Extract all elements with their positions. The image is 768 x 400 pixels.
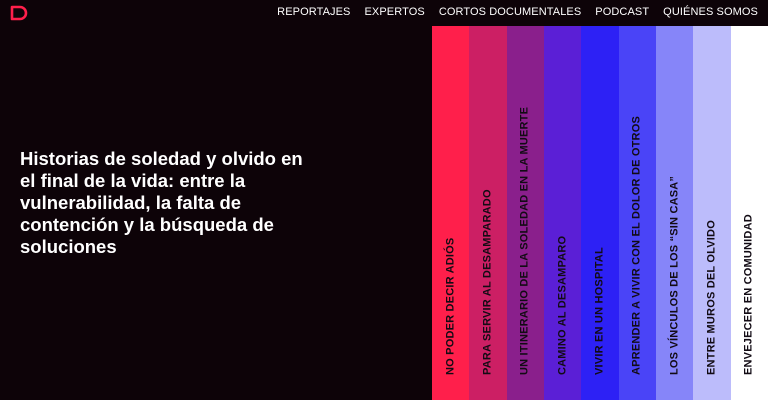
main-nav: REPORTAJES EXPERTOS CORTOS DOCUMENTALES … — [277, 5, 758, 19]
brand-logo-icon[interactable] — [9, 5, 29, 21]
story-strip-label: PARA SERVIR AL DESAMPARADO — [481, 189, 494, 375]
story-strip-label: CAMINO AL DESAMPARO — [556, 235, 569, 375]
story-strip-label: VIVIR EN UN HOSPITAL — [593, 247, 606, 375]
story-strip-vivir-en-un-hospital[interactable]: VIVIR EN UN HOSPITAL — [581, 26, 619, 400]
story-strip-label: ENTRE MUROS DEL OLVIDO — [705, 220, 718, 375]
story-strip-label: LOS VÍNCULOS DE LOS “SIN CASA” — [668, 175, 681, 375]
story-strip-label: NO PODER DECIR ADIÓS — [444, 237, 457, 375]
story-strips: NO PODER DECIR ADIÓS PARA SERVIR AL DESA… — [432, 26, 768, 400]
story-strip-label: ENVEJECER EN COMUNIDAD — [742, 214, 755, 375]
story-strip-los-vinculos-sin-casa[interactable]: LOS VÍNCULOS DE LOS “SIN CASA” — [655, 26, 694, 400]
story-strip-label: APRENDER A VIVIR CON EL DOLOR DE OTROS — [630, 116, 643, 375]
nav-quienes-somos[interactable]: QUIÉNES SOMOS — [663, 5, 758, 19]
story-strip-label: UN ITINERARIO DE LA SOLEDAD EN LA MUERTE — [518, 106, 531, 375]
nav-expertos[interactable]: EXPERTOS — [365, 5, 425, 19]
story-strip-no-poder-decir-adios[interactable]: NO PODER DECIR ADIÓS — [432, 26, 470, 400]
nav-cortos-documentales[interactable]: CORTOS DOCUMENTALES — [439, 5, 581, 19]
page: REPORTAJES EXPERTOS CORTOS DOCUMENTALES … — [0, 0, 768, 400]
story-strip-aprender-a-vivir[interactable]: APRENDER A VIVIR CON EL DOLOR DE OTROS — [618, 26, 656, 400]
story-strip-entre-muros-del-olvido[interactable]: ENTRE MUROS DEL OLVIDO — [693, 26, 731, 400]
story-strip-camino-al-desamparo[interactable]: CAMINO AL DESAMPARO — [543, 26, 582, 400]
top-navigation-bar: REPORTAJES EXPERTOS CORTOS DOCUMENTALES … — [0, 0, 768, 26]
story-strip-un-itinerario-de-la-soledad[interactable]: UN ITINERARIO DE LA SOLEDAD EN LA MUERTE — [506, 26, 544, 400]
nav-podcast[interactable]: PODCAST — [595, 5, 649, 19]
story-strip-para-servir-al-desamparado[interactable]: PARA SERVIR AL DESAMPARADO — [469, 26, 507, 400]
nav-reportajes[interactable]: REPORTAJES — [277, 5, 350, 19]
story-strip-envejecer-en-comunidad[interactable]: ENVEJECER EN COMUNIDAD — [730, 26, 768, 400]
hero-headline: Historias de soledad y olvido en el fina… — [20, 148, 303, 257]
